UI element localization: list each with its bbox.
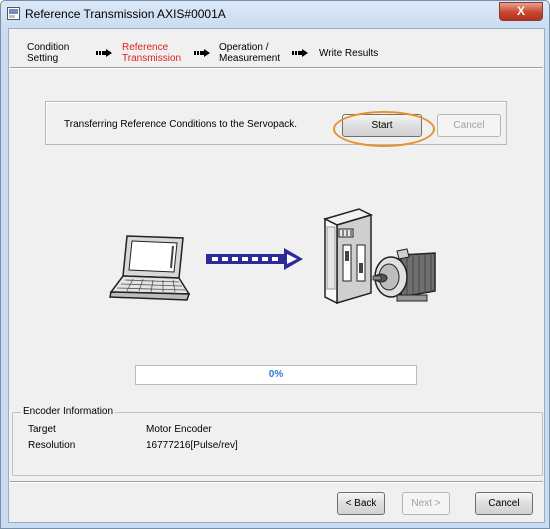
resolution-label: Resolution (28, 440, 76, 451)
title-bar[interactable]: Reference Transmission AXIS#0001A X (1, 1, 549, 27)
step-write-results: Write Results (319, 48, 379, 59)
app-icon (7, 7, 20, 20)
transfer-arrow-icon (206, 248, 303, 270)
wizard-steps: Condition Setting Reference Transmission O… (9, 29, 544, 67)
close-button[interactable]: X (499, 2, 543, 21)
dialog-window: Reference Transmission AXIS#0001A X Cond… (0, 0, 550, 529)
step-operation-measurement: Operation / Measurement (219, 42, 281, 64)
next-button[interactable]: Next > (402, 492, 450, 515)
step-arrow-icon (96, 49, 112, 57)
target-label: Target (28, 424, 56, 435)
transfer-cancel-button[interactable]: Cancel (437, 114, 501, 137)
dialog-client-area: Condition Setting Reference Transmission O… (8, 28, 545, 523)
start-highlight-oval (333, 111, 435, 147)
target-value: Motor Encoder (146, 424, 212, 435)
step-reference-transmission: Reference Transmission (122, 42, 182, 64)
step-arrow-icon (292, 49, 308, 57)
back-button[interactable]: < Back (337, 492, 385, 515)
transfer-message: Transferring Reference Conditions to the… (64, 119, 298, 130)
servopack-icon (322, 208, 374, 305)
footer-divider (10, 481, 543, 483)
transfer-progress-bar: 0% (135, 365, 417, 385)
step-arrow-icon (194, 49, 210, 57)
servomotor-icon (372, 248, 436, 302)
header-divider (10, 67, 543, 69)
resolution-value: 16777216[Pulse/rev] (146, 440, 238, 451)
transfer-panel: Transferring Reference Conditions to the… (45, 101, 507, 147)
window-title: Reference Transmission AXIS#0001A (25, 7, 226, 21)
encoder-information-group: Encoder Information Target Motor Encoder… (12, 406, 543, 476)
encoder-information-title: Encoder Information (21, 406, 116, 417)
footer-cancel-button[interactable]: Cancel (475, 492, 533, 515)
progress-label: 0% (268, 369, 284, 380)
step-condition-setting: Condition Setting (27, 42, 70, 64)
laptop-icon (109, 235, 191, 301)
